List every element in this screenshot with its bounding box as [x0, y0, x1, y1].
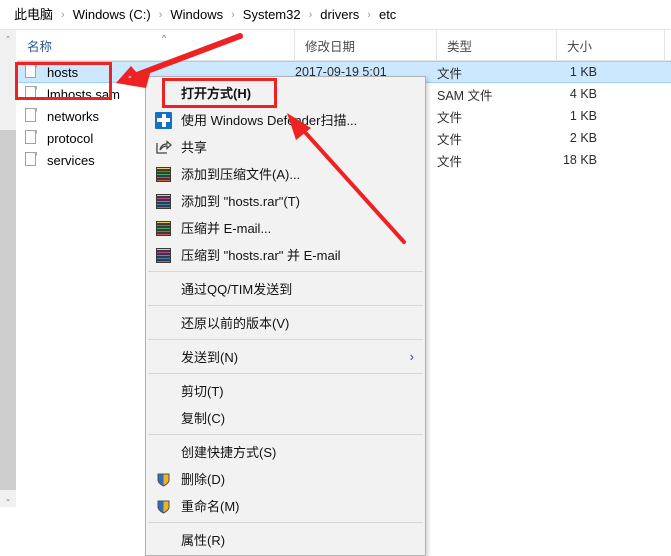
menu-separator	[148, 339, 423, 340]
menu-separator	[148, 434, 423, 435]
menu-item-label: 通过QQ/TIM发送到	[181, 282, 293, 297]
winrar-icon	[155, 193, 172, 210]
file-icon	[25, 152, 38, 168]
file-name: hosts	[47, 64, 79, 80]
file-size: 1 KB	[569, 109, 597, 123]
column-header-type-label: 类型	[447, 39, 473, 54]
menu-item-delete[interactable]: 删除(D)	[146, 465, 425, 492]
menu-item-label: 创建快捷方式(S)	[181, 445, 277, 460]
column-header-type[interactable]: 类型	[437, 30, 557, 60]
sort-ascending-caret: ^	[162, 33, 167, 43]
uac-shield-icon	[155, 498, 172, 515]
menu-item-compress-to-hosts-rar-and-email[interactable]: 压缩到 "hosts.rar" 并 E-mail	[146, 241, 425, 268]
file-size: 18 KB	[562, 153, 597, 167]
menu-item-add-to-hosts-rar[interactable]: 添加到 "hosts.rar"(T)	[146, 187, 425, 214]
uac-shield-icon	[155, 471, 172, 488]
menu-item-label: 压缩并 E-mail...	[181, 221, 272, 236]
menu-item-label: 添加到压缩文件(A)...	[181, 167, 301, 182]
menu-item-label: 共享	[181, 140, 208, 155]
menu-item-send-to[interactable]: 发送到(N) ›	[146, 343, 425, 370]
chevron-right-icon: ›	[409, 349, 414, 364]
breadcrumb-item-2[interactable]: Windows	[168, 5, 225, 25]
menu-item-send-via-qq-tim[interactable]: 通过QQ/TIM发送到	[146, 275, 425, 302]
menu-item-create-shortcut[interactable]: 创建快捷方式(S)	[146, 438, 425, 465]
menu-separator	[148, 522, 423, 523]
file-size: 1 KB	[569, 65, 597, 79]
column-header-name-label: 名称	[27, 39, 53, 54]
column-header-row: 名称 ^ 修改日期 类型 大小	[17, 30, 671, 61]
share-icon	[155, 139, 172, 156]
scrollbar-up-arrow[interactable]: ⌃	[0, 30, 16, 47]
breadcrumb-separator: ›	[158, 8, 163, 21]
menu-item-restore-previous-versions[interactable]: 还原以前的版本(V)	[146, 309, 425, 336]
breadcrumb-item-1[interactable]: Windows (C:)	[71, 5, 153, 25]
menu-separator	[148, 373, 423, 374]
breadcrumb-separator: ›	[367, 8, 371, 21]
breadcrumb-separator: ›	[308, 8, 313, 21]
menu-item-label: 压缩到 "hosts.rar" 并 E-mail	[181, 248, 341, 263]
file-icon	[25, 130, 38, 146]
menu-item-label: 剪切(T)	[181, 384, 224, 399]
file-name: protocol	[47, 130, 94, 146]
column-header-size[interactable]: 大小	[557, 30, 665, 60]
menu-item-cut[interactable]: 剪切(T)	[146, 377, 425, 404]
winrar-icon	[155, 166, 172, 183]
menu-item-compress-and-email[interactable]: 压缩并 E-mail...	[146, 214, 425, 241]
column-header-date-label: 修改日期	[305, 39, 356, 54]
breadcrumb-item-5[interactable]: etc	[377, 5, 398, 25]
menu-item-scan-with-defender[interactable]: 使用 Windows Defender扫描...	[146, 106, 425, 133]
winrar-icon	[155, 220, 172, 237]
scrollbar-track[interactable]	[0, 130, 16, 490]
menu-separator	[148, 305, 423, 306]
address-bar[interactable]: 此电脑 › Windows (C:) › Windows › System32 …	[0, 0, 671, 29]
menu-item-share[interactable]: 共享	[146, 133, 425, 160]
scrollbar-thumb[interactable]	[0, 47, 16, 130]
menu-separator	[148, 271, 423, 272]
menu-item-add-to-archive[interactable]: 添加到压缩文件(A)...	[146, 160, 425, 187]
file-icon	[25, 108, 38, 124]
menu-item-properties[interactable]: 属性(R)	[146, 526, 425, 553]
menu-item-label: 添加到 "hosts.rar"(T)	[181, 194, 301, 209]
file-icon	[25, 86, 38, 102]
breadcrumb-separator: ›	[231, 8, 235, 21]
column-header-date[interactable]: 修改日期	[295, 30, 437, 60]
winrar-icon	[155, 247, 172, 264]
menu-item-label: 使用 Windows Defender扫描...	[181, 113, 358, 128]
menu-item-label: 发送到(N)	[181, 350, 239, 365]
column-header-name[interactable]: 名称 ^	[17, 30, 295, 60]
file-name: services	[47, 152, 95, 168]
file-size: 4 KB	[569, 87, 597, 101]
file-name: lmhosts.sam	[47, 86, 120, 102]
menu-item-copy[interactable]: 复制(C)	[146, 404, 425, 431]
breadcrumb-separator: ›	[61, 8, 65, 21]
menu-item-label: 复制(C)	[181, 411, 226, 426]
context-menu[interactable]: 打开方式(H) 使用 Windows Defender扫描... 共享 添加到压…	[145, 76, 426, 556]
menu-item-open-with[interactable]: 打开方式(H)	[146, 79, 425, 106]
column-header-size-label: 大小	[567, 39, 593, 54]
file-size: 2 KB	[569, 131, 597, 145]
scrollbar-down-arrow[interactable]: ⌄	[0, 490, 16, 507]
file-name: networks	[47, 108, 100, 124]
breadcrumb-item-3[interactable]: System32	[241, 5, 303, 25]
breadcrumb-item-4[interactable]: drivers	[318, 5, 361, 25]
nav-pane-scrollbar[interactable]: ⌃ ⌄	[0, 30, 16, 507]
menu-item-label: 打开方式(H)	[181, 86, 252, 101]
defender-shield-icon	[155, 111, 172, 129]
menu-item-label: 删除(D)	[181, 472, 226, 487]
breadcrumb-item-0[interactable]: 此电脑	[12, 5, 55, 25]
file-icon	[25, 64, 38, 80]
menu-item-label: 属性(R)	[181, 533, 226, 548]
menu-item-label: 还原以前的版本(V)	[181, 316, 290, 331]
